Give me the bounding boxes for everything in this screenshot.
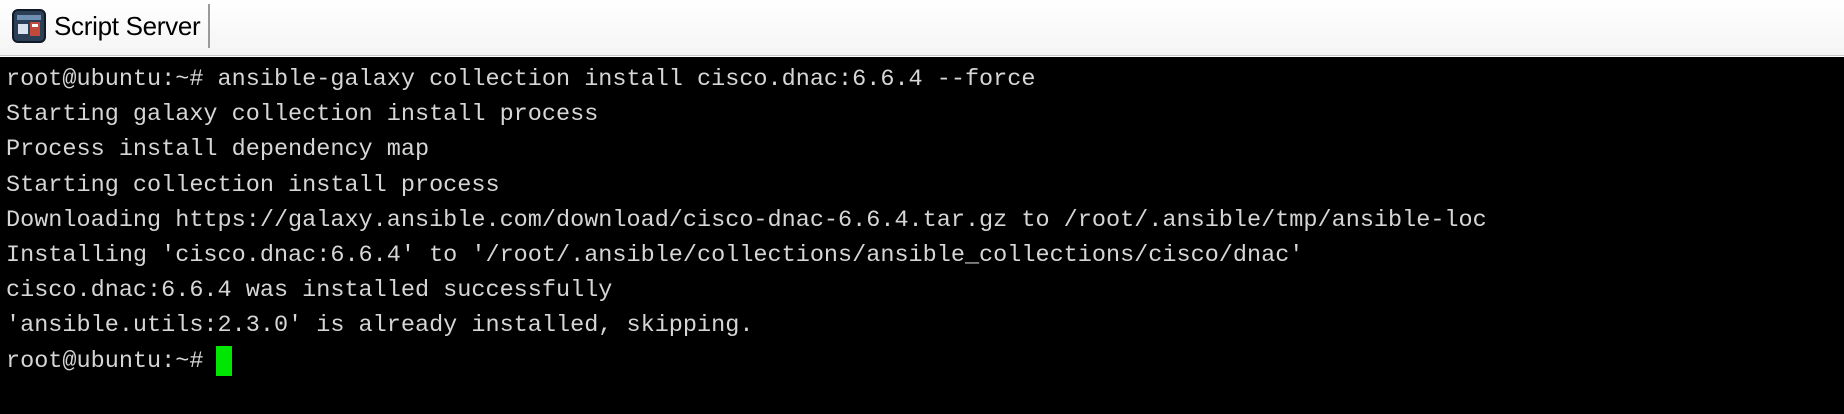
terminal-line: Starting collection install process <box>6 171 500 199</box>
terminal-cursor <box>216 346 233 377</box>
terminal-prompt: root@ubuntu:~# <box>6 347 204 375</box>
window-titlebar: Script Server <box>0 0 1844 56</box>
terminal-line: Downloading https://galaxy.ansible.com/d… <box>6 206 1487 234</box>
terminal-line: root@ubuntu:~# ansible-galaxy collection… <box>6 66 1036 93</box>
terminal-lines: root@ubuntu:~# ansible-galaxy collection… <box>6 62 1487 379</box>
terminal-line: Starting galaxy collection install proce… <box>6 101 599 129</box>
terminal-line: 'ansible.utils:2.3.0' is already install… <box>6 312 754 340</box>
window-title: Script Server <box>54 10 201 41</box>
window-tab[interactable]: Script Server <box>12 4 211 48</box>
terminal-line: cisco.dnac:6.6.4 was installed successfu… <box>6 277 613 305</box>
terminal-prompt-line[interactable]: root@ubuntu:~# <box>6 344 1487 379</box>
terminal-app-icon <box>12 9 46 43</box>
terminal-line: Installing 'cisco.dnac:6.6.4' to '/root/… <box>6 241 1304 269</box>
terminal-output[interactable]: root@ubuntu:~# ansible-galaxy collection… <box>0 57 1844 414</box>
terminal-line: Process install dependency map <box>6 136 430 164</box>
